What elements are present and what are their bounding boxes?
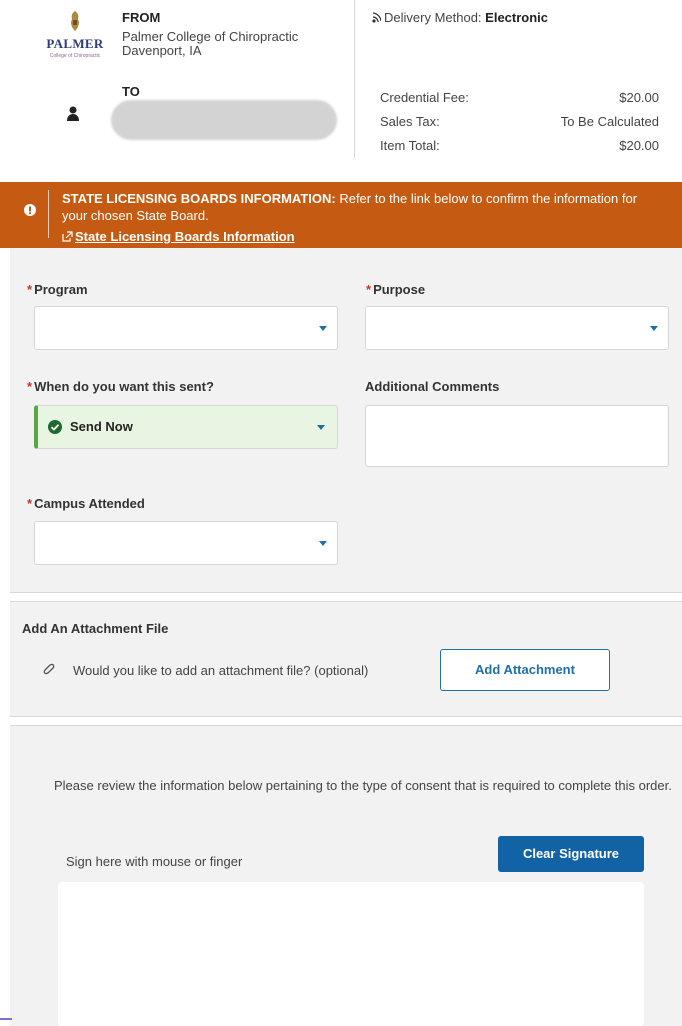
fee-row-sales-tax: Sales Tax: To Be Calculated (380, 114, 659, 129)
campus-select[interactable] (34, 521, 338, 565)
section-separator (10, 716, 682, 726)
chevron-down-icon (650, 326, 658, 331)
header-divider (354, 0, 355, 158)
purpose-label-text: Purpose (373, 282, 426, 297)
comments-textarea[interactable] (365, 405, 669, 467)
campus-label-text: Campus Attended (34, 496, 145, 511)
school-logo: PALMER College of Chiropractic (46, 10, 104, 66)
exclamation-icon (24, 204, 36, 216)
alert-title: STATE LICENSING BOARDS INFORMATION: (62, 191, 336, 206)
edge-marker (0, 1018, 12, 1020)
required-mark: * (27, 282, 33, 297)
chevron-down-icon (319, 326, 327, 331)
required-mark: * (27, 496, 33, 511)
alert-message: STATE LICENSING BOARDS INFORMATION: Refe… (62, 190, 662, 224)
purpose-select[interactable] (365, 306, 669, 350)
fee-value: $20.00 (619, 90, 659, 105)
consent-instructions: Please review the information below pert… (54, 778, 672, 793)
logo-wordmark: PALMER (46, 36, 104, 51)
from-name-line1: Palmer College of Chiropractic (122, 29, 299, 44)
program-label-text: Program (34, 282, 88, 297)
state-licensing-link[interactable]: State Licensing Boards Information (62, 229, 295, 244)
state-licensing-alert: STATE LICENSING BOARDS INFORMATION: Refe… (0, 182, 682, 248)
program-select[interactable] (34, 306, 338, 350)
program-label: * Program (27, 282, 88, 297)
electronic-delivery-icon (372, 11, 382, 23)
alert-divider (48, 190, 49, 238)
required-mark: * (27, 379, 33, 394)
clear-signature-button[interactable]: Clear Signature (498, 836, 644, 872)
signature-label: Sign here with mouse or finger (66, 854, 243, 869)
fee-row-item-total: Item Total: $20.00 (380, 138, 659, 153)
redacted-recipient (111, 100, 337, 140)
from-name-line2: Davenport, IA (122, 43, 202, 58)
section-separator (10, 592, 682, 602)
when-select[interactable]: Send Now (34, 405, 338, 449)
from-label: FROM (122, 10, 161, 25)
paperclip-icon (41, 662, 55, 676)
required-mark: * (366, 282, 372, 297)
fee-label: Credential Fee: (380, 90, 469, 105)
when-value: Send Now (70, 419, 133, 434)
delivery-value: Electronic (485, 10, 549, 25)
logo-subtitle: College of Chiropractic (49, 53, 101, 59)
fee-label: Sales Tax: (380, 114, 440, 129)
to-label: TO (122, 84, 140, 99)
when-label: * When do you want this sent? (27, 379, 214, 394)
order-summary-header: PALMER College of Chiropractic FROM Palm… (0, 0, 682, 175)
fee-value: To Be Calculated (560, 114, 659, 129)
campus-label: * Campus Attended (27, 496, 145, 511)
delivery-label: Delivery Method: (384, 10, 482, 25)
external-link-icon (62, 230, 73, 242)
delivery-method: Delivery Method: Electronic (372, 10, 548, 25)
attachment-question: Would you like to add an attachment file… (73, 663, 369, 678)
fee-label: Item Total: (380, 138, 440, 153)
fee-value: $20.00 (619, 138, 659, 153)
signature-pad[interactable] (58, 882, 644, 1026)
state-licensing-link-text[interactable]: State Licensing Boards Information (75, 229, 295, 244)
attachment-title: Add An Attachment File (22, 621, 169, 636)
chevron-down-icon (317, 425, 325, 430)
person-icon (66, 106, 80, 122)
add-attachment-button[interactable]: Add Attachment (440, 649, 610, 691)
from-institution: Palmer College of Chiropractic Davenport… (122, 30, 342, 58)
check-circle-icon (48, 420, 62, 434)
comments-label: Additional Comments (365, 379, 500, 394)
crest-icon (68, 10, 82, 32)
when-label-text: When do you want this sent? (34, 379, 214, 394)
fee-row-credential: Credential Fee: $20.00 (380, 90, 659, 105)
purpose-label: * Purpose (366, 282, 425, 297)
chevron-down-icon (319, 541, 327, 546)
